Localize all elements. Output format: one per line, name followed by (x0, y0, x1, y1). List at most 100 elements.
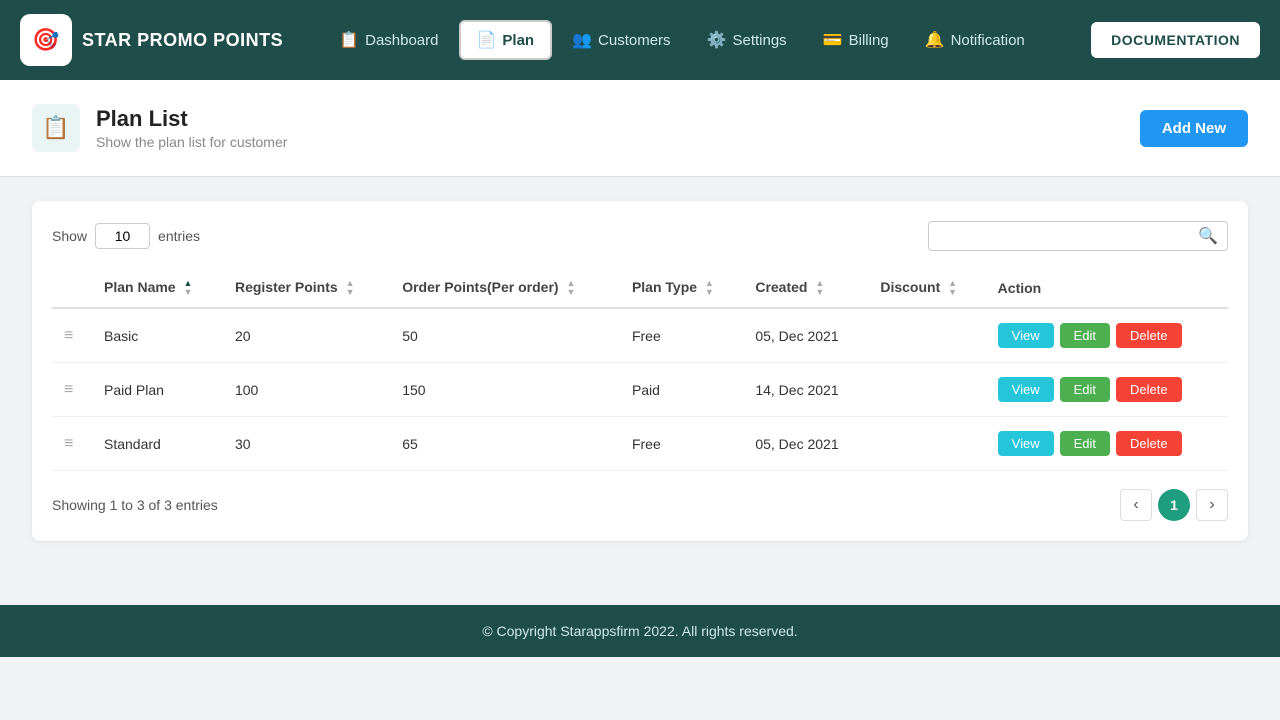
cell-action: View Edit Delete (986, 308, 1228, 363)
delete-button[interactable]: Delete (1116, 323, 1182, 348)
table-row: ≡ Basic 20 50 Free 05, Dec 2021 View Edi… (52, 308, 1228, 363)
edit-button[interactable]: Edit (1060, 431, 1110, 456)
brand-logo: 🎯 (20, 14, 72, 66)
sort-icon-plan-type: ▲▼ (705, 279, 714, 297)
table-row: ≡ Standard 30 65 Free 05, Dec 2021 View … (52, 417, 1228, 471)
cell-plan-name: Standard (92, 417, 223, 471)
plan-icon: 📄 (477, 30, 497, 50)
table-footer: Showing 1 to 3 of 3 entries ‹ 1 › (52, 489, 1228, 521)
nav-label-settings: Settings (732, 32, 786, 49)
cell-discount (868, 363, 985, 417)
nav-item-billing[interactable]: 💳 Billing (807, 22, 905, 58)
table-row: ≡ Paid Plan 100 150 Paid 14, Dec 2021 Vi… (52, 363, 1228, 417)
page-title-group: Plan List Show the plan list for custome… (96, 106, 287, 150)
sort-icon-created: ▲▼ (815, 279, 824, 297)
col-created[interactable]: Created ▲▼ (743, 269, 868, 308)
cell-register-points: 30 (223, 417, 390, 471)
delete-button[interactable]: Delete (1116, 377, 1182, 402)
sort-icon-order-points: ▲▼ (566, 279, 575, 297)
customers-icon: 👥 (572, 30, 592, 50)
view-button[interactable]: View (998, 377, 1054, 402)
col-plan-type[interactable]: Plan Type ▲▼ (620, 269, 743, 308)
billing-icon: 💳 (823, 30, 843, 50)
cell-order-points: 50 (390, 308, 620, 363)
sort-icon-register-points: ▲▼ (346, 279, 355, 297)
sort-icon-discount: ▲▼ (948, 279, 957, 297)
table-header-row: Plan Name ▲ ▼ Register Points ▲▼ Order P… (52, 269, 1228, 308)
page-subtitle: Show the plan list for customer (96, 134, 287, 150)
footer: © Copyright Starappsfirm 2022. All right… (0, 605, 1280, 657)
settings-icon: ⚙️ (707, 30, 727, 50)
view-button[interactable]: View (998, 323, 1054, 348)
nav-label-billing: Billing (849, 32, 889, 49)
cell-plan-name: Paid Plan (92, 363, 223, 417)
cell-discount (868, 308, 985, 363)
page-icon: 📋 (32, 104, 80, 152)
drag-handle[interactable]: ≡ (52, 363, 92, 417)
plan-table: Plan Name ▲ ▼ Register Points ▲▼ Order P… (52, 269, 1228, 471)
search-box: 🔍 (928, 221, 1228, 251)
table-controls: Show 10 entries 🔍 (52, 221, 1228, 251)
cell-order-points: 65 (390, 417, 620, 471)
show-label: Show (52, 228, 87, 244)
drag-handle[interactable]: ≡ (52, 417, 92, 471)
table-card: Show 10 entries 🔍 Plan Name ▲ ▼ (32, 201, 1248, 541)
nav-item-customers[interactable]: 👥 Customers (556, 22, 686, 58)
cell-register-points: 100 (223, 363, 390, 417)
cell-plan-type: Free (620, 308, 743, 363)
navbar: 🎯 STAR PROMO POINTS 📋 Dashboard 📄 Plan 👥… (0, 0, 1280, 80)
show-entries: Show 10 entries (52, 223, 200, 249)
nav-item-settings[interactable]: ⚙️ Settings (691, 22, 803, 58)
col-order-points[interactable]: Order Points(Per order) ▲▼ (390, 269, 620, 308)
sort-icon-plan-name: ▲ ▼ (183, 279, 192, 297)
cell-order-points: 150 (390, 363, 620, 417)
pagination-page-1[interactable]: 1 (1158, 489, 1190, 521)
main-content: Show 10 entries 🔍 Plan Name ▲ ▼ (0, 177, 1280, 565)
cell-action: View Edit Delete (986, 417, 1228, 471)
search-icon: 🔍 (1198, 226, 1218, 246)
edit-button[interactable]: Edit (1060, 323, 1110, 348)
documentation-button[interactable]: DOCUMENTATION (1091, 22, 1260, 58)
page-header: 📋 Plan List Show the plan list for custo… (0, 80, 1280, 177)
dashboard-icon: 📋 (339, 30, 359, 50)
col-discount[interactable]: Discount ▲▼ (868, 269, 985, 308)
nav-item-notification[interactable]: 🔔 Notification (909, 22, 1041, 58)
cell-action: View Edit Delete (986, 363, 1228, 417)
page-header-left: 📋 Plan List Show the plan list for custo… (32, 104, 287, 152)
add-new-button[interactable]: Add New (1140, 110, 1248, 147)
entries-info: Showing 1 to 3 of 3 entries (52, 497, 218, 513)
page-title: Plan List (96, 106, 287, 132)
entries-input[interactable]: 10 (95, 223, 150, 249)
nav-item-plan[interactable]: 📄 Plan (459, 20, 553, 60)
brand: 🎯 STAR PROMO POINTS (20, 14, 283, 66)
nav-label-plan: Plan (502, 32, 534, 49)
cell-created: 14, Dec 2021 (743, 363, 868, 417)
cell-register-points: 20 (223, 308, 390, 363)
col-register-points[interactable]: Register Points ▲▼ (223, 269, 390, 308)
notification-icon: 🔔 (925, 30, 945, 50)
cell-plan-name: Basic (92, 308, 223, 363)
cell-created: 05, Dec 2021 (743, 308, 868, 363)
nav-label-customers: Customers (598, 32, 671, 49)
edit-button[interactable]: Edit (1060, 377, 1110, 402)
view-button[interactable]: View (998, 431, 1054, 456)
pagination-prev[interactable]: ‹ (1120, 489, 1152, 521)
cell-discount (868, 417, 985, 471)
nav-items: 📋 Dashboard 📄 Plan 👥 Customers ⚙️ Settin… (323, 20, 1091, 60)
nav-label-notification: Notification (951, 32, 1025, 49)
footer-text: © Copyright Starappsfirm 2022. All right… (482, 623, 797, 639)
col-drag (52, 269, 92, 308)
brand-title: STAR PROMO POINTS (82, 30, 283, 51)
brand-icon: 🎯 (32, 27, 59, 53)
cell-created: 05, Dec 2021 (743, 417, 868, 471)
pagination-next[interactable]: › (1196, 489, 1228, 521)
entries-label: entries (158, 228, 200, 244)
pagination: ‹ 1 › (1120, 489, 1228, 521)
delete-button[interactable]: Delete (1116, 431, 1182, 456)
col-action: Action (986, 269, 1228, 308)
drag-handle[interactable]: ≡ (52, 308, 92, 363)
nav-item-dashboard[interactable]: 📋 Dashboard (323, 22, 454, 58)
search-input[interactable] (928, 221, 1228, 251)
col-plan-name[interactable]: Plan Name ▲ ▼ (92, 269, 223, 308)
cell-plan-type: Paid (620, 363, 743, 417)
